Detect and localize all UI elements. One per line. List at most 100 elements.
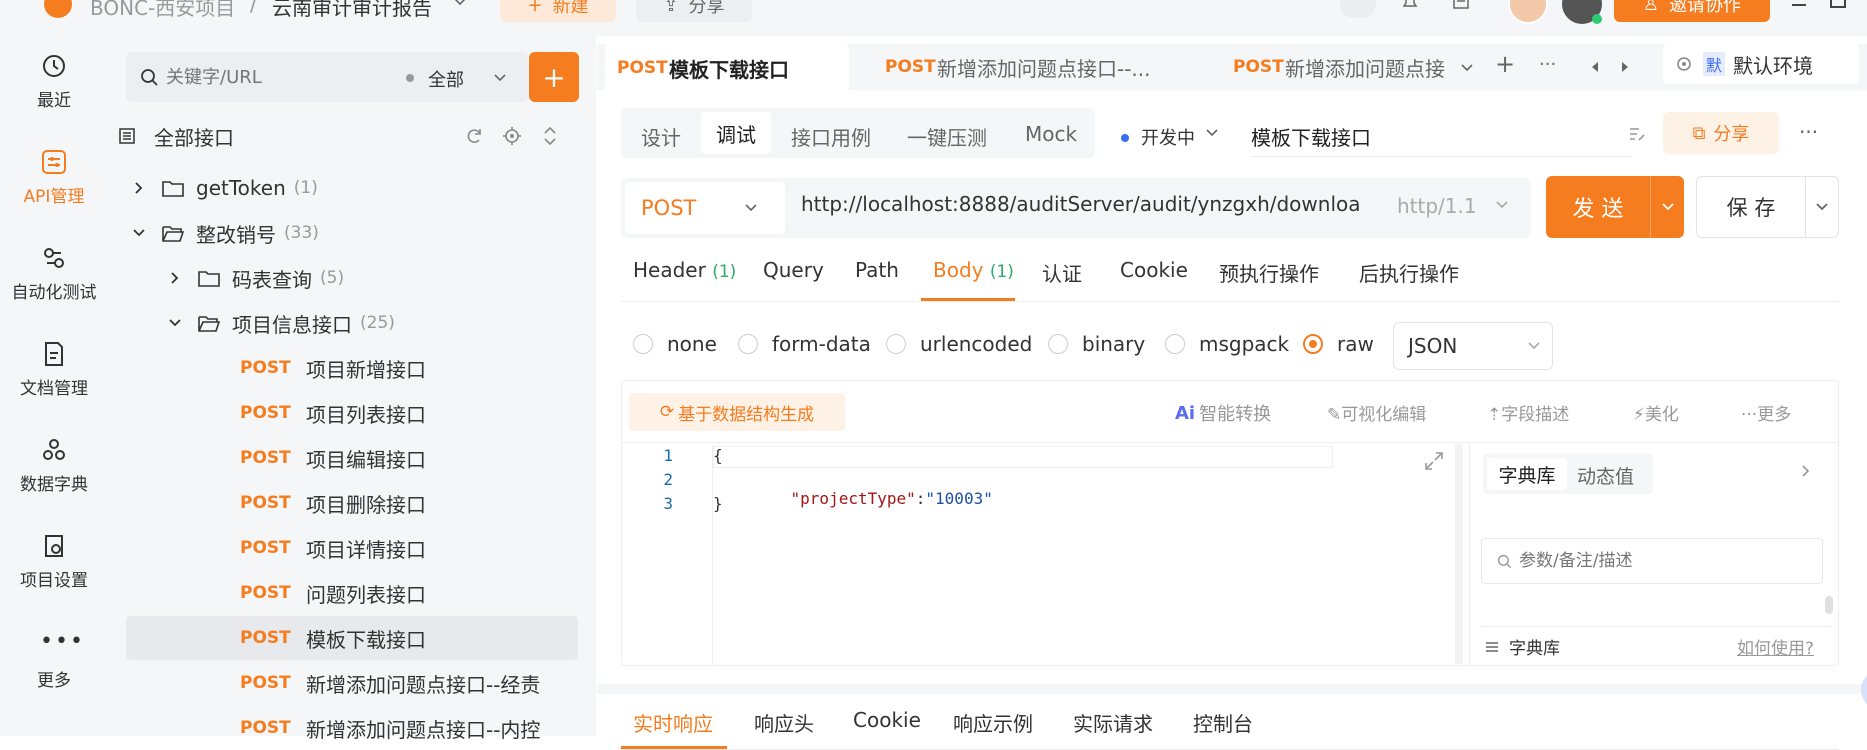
- endpoint-item[interactable]: POST 项目编辑接口: [240, 436, 426, 480]
- api-name-input[interactable]: 模板下载接口: [1251, 122, 1371, 151]
- beautify-button[interactable]: ⚡美化: [1633, 400, 1679, 425]
- notes-icon[interactable]: [1452, 0, 1470, 12]
- protocol-select[interactable]: http/1.1: [1397, 194, 1477, 218]
- dict-search-input[interactable]: [1519, 548, 1809, 574]
- rail-item-docs[interactable]: 文档管理: [0, 340, 108, 399]
- status-select[interactable]: 开发中: [1141, 124, 1195, 150]
- code-line[interactable]: }: [713, 494, 723, 513]
- tab-list-icon[interactable]: [1459, 60, 1475, 76]
- resp-tab-realtime[interactable]: 实时响应: [633, 708, 713, 737]
- endpoint-item[interactable]: POST 问题列表接口: [240, 571, 426, 615]
- resp-tab-actual[interactable]: 实际请求: [1073, 708, 1153, 737]
- endpoint-item[interactable]: POST 项目详情接口: [240, 526, 426, 570]
- tab-prev-icon[interactable]: [1589, 60, 1601, 74]
- invite-button[interactable]: ♙ 邀请协作: [1614, 0, 1770, 22]
- mode-cases[interactable]: 接口用例: [791, 122, 871, 151]
- rail-item-more[interactable]: ••• 更多: [0, 631, 108, 692]
- resp-tab-examples[interactable]: 响应示例: [953, 708, 1033, 737]
- bell-icon[interactable]: [1400, 0, 1420, 12]
- body-type-form-data[interactable]: form-data: [738, 332, 871, 356]
- visual-edit-button[interactable]: ✎可视化编辑: [1327, 400, 1426, 425]
- tab-cookie[interactable]: Cookie: [1120, 258, 1188, 282]
- report-name[interactable]: 云南审计审计报告: [272, 0, 432, 21]
- minimize-icon[interactable]: [1792, 4, 1806, 6]
- refresh-icon[interactable]: [464, 126, 484, 146]
- format-select[interactable]: JSON: [1393, 322, 1553, 370]
- body-type-none[interactable]: none: [633, 332, 717, 356]
- folder-mabiao[interactable]: 码表查询 (5): [168, 256, 344, 300]
- maximize-icon[interactable]: [1830, 0, 1846, 8]
- locate-icon[interactable]: [502, 126, 522, 146]
- tab-path[interactable]: Path: [855, 258, 899, 282]
- expand-collapse-icon[interactable]: [542, 126, 558, 146]
- dict-tab-dynamic[interactable]: 动态值: [1577, 462, 1634, 489]
- help-link[interactable]: 如何使用?: [1737, 634, 1814, 659]
- code-line[interactable]: {: [713, 446, 723, 465]
- method-select[interactable]: POST: [625, 182, 785, 234]
- environment-select[interactable]: 默 默认环境: [1663, 44, 1859, 84]
- dict-tab-library[interactable]: 字典库: [1487, 458, 1567, 490]
- tab-item[interactable]: POST 新增添加问题点接口--...: [873, 44, 1203, 90]
- chevron-down-icon[interactable]: [492, 70, 508, 86]
- send-dropdown-button[interactable]: [1650, 176, 1684, 238]
- tab-pre-script[interactable]: 预执行操作: [1219, 258, 1319, 287]
- body-type-urlencoded[interactable]: urlencoded: [886, 332, 1032, 356]
- more-tools-button[interactable]: ···更多: [1741, 400, 1791, 425]
- endpoint-item[interactable]: POST 项目删除接口: [240, 481, 426, 525]
- mode-design[interactable]: 设计: [641, 122, 681, 151]
- help-float-icon[interactable]: [1861, 670, 1867, 710]
- new-tab-button[interactable]: +: [1495, 50, 1515, 78]
- ai-convert-button[interactable]: Ai 智能转换: [1175, 400, 1271, 426]
- rail-item-dictionary[interactable]: 数据字典: [0, 436, 108, 495]
- resp-tab-headers[interactable]: 响应头: [754, 708, 814, 737]
- endpoint-item[interactable]: POST 新增添加问题点接口--经责: [240, 661, 540, 705]
- chevron-down-icon[interactable]: [452, 0, 468, 10]
- share-button[interactable]: ⧉ 分享: [1663, 112, 1779, 154]
- search-input[interactable]: [166, 62, 366, 92]
- body-type-msgpack[interactable]: msgpack: [1165, 332, 1289, 356]
- endpoint-item-selected[interactable]: POST 模板下载接口: [240, 616, 426, 660]
- url-input[interactable]: http://localhost:8888/auditServer/audit/…: [801, 192, 1361, 222]
- folder-zhenggai[interactable]: 整改销号 (33): [132, 211, 319, 255]
- save-dropdown-button[interactable]: [1805, 176, 1839, 238]
- send-button[interactable]: 发 送: [1546, 176, 1650, 238]
- avatar[interactable]: [1508, 0, 1548, 24]
- chevron-down-icon[interactable]: [1495, 198, 1509, 212]
- generate-button[interactable]: ⟳ 基于数据结构生成: [629, 393, 845, 431]
- edit-icon[interactable]: [1627, 124, 1647, 144]
- resp-tab-console[interactable]: 控制台: [1193, 708, 1253, 737]
- expand-icon[interactable]: [1423, 450, 1445, 472]
- mode-stress[interactable]: 一键压测: [907, 122, 987, 151]
- dict-scrollbar[interactable]: [1825, 596, 1833, 614]
- chevron-right-icon[interactable]: [1799, 464, 1813, 478]
- rail-item-automation[interactable]: 自动化测试: [0, 244, 108, 303]
- tab-post-script[interactable]: 后执行操作: [1359, 258, 1459, 287]
- mode-debug-active[interactable]: 调试: [701, 112, 771, 154]
- endpoint-item[interactable]: POST 新增添加问题点接口--内控: [240, 706, 540, 750]
- filter-select[interactable]: 全部: [428, 66, 464, 92]
- project-name[interactable]: BONC-西安项目: [90, 0, 235, 21]
- tab-body[interactable]: Body (1): [933, 258, 1014, 282]
- editor-scrollbar[interactable]: [1455, 444, 1463, 664]
- refresh-icon[interactable]: [1340, 0, 1376, 18]
- tab-active[interactable]: POST 模板下载接口: [605, 44, 849, 92]
- new-button[interactable]: + 新建: [500, 0, 616, 22]
- field-desc-button[interactable]: ⇡字段描述: [1487, 400, 1569, 425]
- endpoint-item[interactable]: POST 项目新增接口: [240, 346, 426, 390]
- rail-item-api[interactable]: API管理: [0, 148, 108, 207]
- body-type-binary[interactable]: binary: [1048, 332, 1145, 356]
- tab-header[interactable]: Header (1): [633, 258, 736, 282]
- tab-item[interactable]: POST 新增添加问题点接: [1221, 44, 1455, 90]
- folder-xiangmu[interactable]: 项目信息接口 (25): [168, 301, 395, 345]
- rail-item-settings[interactable]: 项目设置: [0, 532, 108, 591]
- tab-query[interactable]: Query: [763, 258, 824, 282]
- body-type-raw[interactable]: raw: [1303, 332, 1374, 356]
- chevron-down-icon[interactable]: [1205, 126, 1219, 140]
- share-top-button[interactable]: ⇪ 分享: [636, 0, 752, 22]
- rail-item-recent[interactable]: 最近: [0, 52, 108, 111]
- folder-gettoken[interactable]: getToken (1): [132, 166, 318, 210]
- add-button[interactable]: +: [529, 52, 579, 102]
- resp-tab-cookie[interactable]: Cookie: [853, 708, 921, 732]
- endpoint-item[interactable]: POST 项目列表接口: [240, 391, 426, 435]
- more-menu-icon[interactable]: ···: [1799, 120, 1818, 144]
